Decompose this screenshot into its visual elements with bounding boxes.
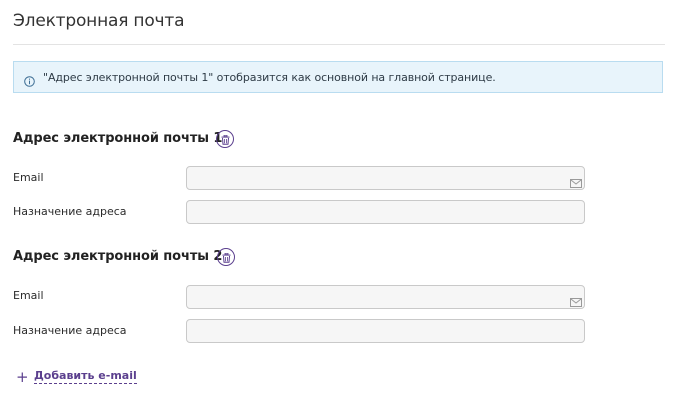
email-2-purpose-field[interactable] [186,319,585,343]
trash-icon [221,130,230,149]
info-text: "Адрес электронной почты 1" отобразится … [43,71,496,84]
email-1-heading: Адрес электронной почты 1 [13,131,223,146]
add-email-label: Добавить e-mail [34,369,137,384]
delete-email-2-button[interactable] [217,248,235,266]
email-1-label: Email [13,171,44,184]
email-1-purpose-label: Назначение адреса [13,205,127,218]
trash-icon [222,248,231,267]
email-2-heading: Адрес электронной почты 2 [13,249,223,264]
email-1-purpose-field[interactable] [186,200,585,224]
plus-icon: + [16,367,29,386]
email-1-field[interactable] [186,166,585,190]
delete-email-1-button[interactable] [216,130,234,148]
info-icon [24,72,35,87]
add-email-link[interactable]: + Добавить e-mail [16,369,137,384]
email-2-purpose-label: Назначение адреса [13,324,127,337]
email-2-label: Email [13,289,44,302]
mail-icon [570,292,582,307]
title-divider [13,44,665,45]
email-2-field[interactable] [186,285,585,309]
info-banner: "Адрес электронной почты 1" отобразится … [13,61,663,93]
page-title: Электронная почта [13,11,185,31]
mail-icon [570,173,582,188]
